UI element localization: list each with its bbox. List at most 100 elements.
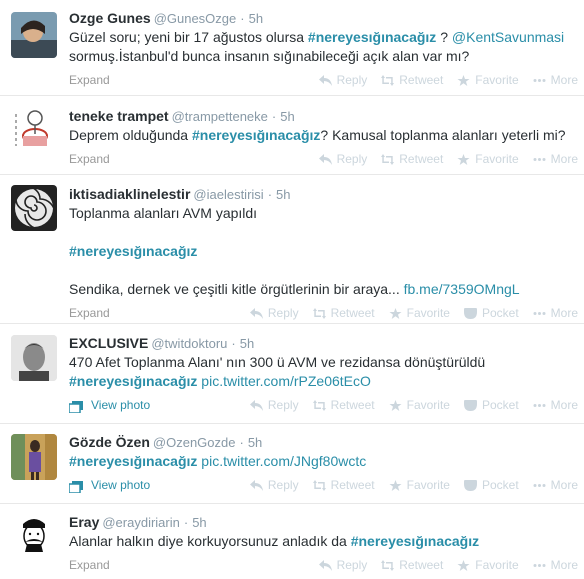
retweet-button[interactable]: Retweet	[381, 555, 443, 575]
tweet-item[interactable]: Ozge Gunes @GunesOzge · 5h Güzel soru; yeni…	[0, 0, 584, 96]
expand-link[interactable]: Expand	[69, 303, 110, 323]
tweet-username[interactable]: @GunesOzge	[154, 11, 237, 26]
avatar[interactable]	[11, 514, 57, 560]
tweet-username[interactable]: @trampetteneke	[172, 109, 268, 124]
more-icon	[533, 483, 546, 487]
favorite-button[interactable]: Favorite	[389, 475, 450, 495]
more-button[interactable]: More	[533, 149, 578, 169]
view-photo-link[interactable]: View photo	[68, 395, 150, 415]
avatar[interactable]	[11, 12, 57, 58]
pocket-icon	[463, 479, 477, 491]
favorite-button[interactable]: Favorite	[389, 395, 450, 415]
hashtag-link[interactable]: #nereyesığınacağız	[69, 243, 197, 259]
more-button[interactable]: More	[533, 555, 578, 575]
tweet-timestamp[interactable]: 5h	[276, 187, 290, 202]
hashtag-link[interactable]: #nereyesığınacağız	[69, 453, 197, 469]
reply-button[interactable]: Reply	[249, 303, 299, 323]
tweet-timestamp[interactable]: 5h	[249, 11, 263, 26]
more-button[interactable]: More	[533, 303, 578, 323]
photo-link[interactable]: pic.twitter.com/JNgf80wctc	[201, 453, 366, 469]
tweet-timestamp[interactable]: 5h	[248, 435, 262, 450]
tweet-actions: Reply Retweet Favorite More	[305, 70, 578, 90]
retweet-label: Retweet	[330, 306, 375, 320]
expand-link[interactable]: Expand	[69, 555, 110, 575]
tweet-fullname[interactable]: teneke trampet	[69, 108, 169, 124]
mention-link[interactable]: @KentSavunmasi	[452, 29, 564, 45]
favorite-label: Favorite	[406, 306, 450, 320]
star-icon	[457, 74, 470, 86]
reply-button[interactable]: Reply	[249, 475, 299, 495]
reply-button[interactable]: Reply	[318, 70, 367, 90]
avatar[interactable]	[11, 335, 57, 381]
hashtag-link[interactable]: #nereyesığınacağız	[308, 29, 436, 45]
photo-link[interactable]: pic.twitter.com/rPZe06tEcO	[201, 373, 371, 389]
expand-link[interactable]: Expand	[69, 149, 110, 169]
more-button[interactable]: More	[533, 395, 578, 415]
favorite-label: Favorite	[475, 73, 519, 87]
retweet-button[interactable]: Retweet	[381, 70, 443, 90]
more-button[interactable]: More	[533, 475, 578, 495]
view-photo-link[interactable]: View photo	[68, 475, 150, 495]
star-icon	[457, 153, 470, 165]
tweet-footer: Expand Reply Retweet Favorite More	[69, 70, 578, 90]
tweet-line: #nereyesığınacağız pic.twitter.com/JNgf8…	[69, 452, 578, 471]
reply-button[interactable]: Reply	[249, 395, 299, 415]
tweet-fullname[interactable]: iktisadiaklinelestir	[69, 186, 190, 202]
tweet-actions: Reply Retweet Favorite Pocket More	[236, 475, 578, 495]
favorite-button[interactable]: Favorite	[457, 149, 519, 169]
tweet-header: EXCLUSIVE @twitdoktoru · 5h	[69, 334, 578, 352]
hashtag-link[interactable]: #nereyesığınacağız	[69, 373, 197, 389]
reply-icon	[249, 307, 263, 319]
tweet-fullname[interactable]: Gözde Özen	[69, 434, 150, 450]
tweet-header: Eray @eraydiriarin · 5h	[69, 513, 578, 531]
tweet-item[interactable]: EXCLUSIVE @twitdoktoru · 5h 470 Afet Toplan…	[0, 324, 584, 424]
more-label: More	[550, 306, 578, 320]
more-icon	[533, 78, 546, 82]
tweet-username[interactable]: @iaelestirisi	[193, 187, 263, 202]
tweet-fullname[interactable]: Eray	[69, 514, 99, 530]
pocket-button[interactable]: Pocket	[463, 475, 519, 495]
avatar[interactable]	[11, 106, 57, 152]
tweet-timestamp[interactable]: 5h	[280, 109, 294, 124]
tweet-username[interactable]: @eraydiriarin	[102, 515, 180, 530]
retweet-button[interactable]: Retweet	[312, 395, 375, 415]
retweet-button[interactable]: Retweet	[381, 149, 443, 169]
avatar[interactable]	[11, 185, 57, 231]
external-link[interactable]: fb.me/7359OMngL	[404, 281, 520, 297]
tweet-item[interactable]: iktisadiaklinelestir @iaelestirisi · 5h Top…	[0, 175, 584, 324]
favorite-button[interactable]: Favorite	[389, 303, 450, 323]
tweet-username[interactable]: @twitdoktoru	[151, 336, 227, 351]
tweet-item[interactable]: Eray @eraydiriarin · 5h Alanlar halkın diye…	[0, 504, 584, 579]
tweet-line: Güzel soru; yeni bir 17 ağustos olursa #…	[69, 28, 578, 47]
separator-dot: ·	[239, 435, 244, 450]
separator-dot: ·	[240, 11, 245, 26]
retweet-button[interactable]: Retweet	[312, 475, 375, 495]
hashtag-link[interactable]: #nereyesığınacağız	[351, 533, 479, 549]
retweet-button[interactable]: Retweet	[312, 303, 375, 323]
reply-icon	[249, 399, 263, 411]
tweet-username[interactable]: @OzenGozde	[153, 435, 236, 450]
favorite-button[interactable]: Favorite	[457, 70, 519, 90]
tweet-line: Alanlar halkın diye korkuyorsunuz anladı…	[69, 532, 578, 551]
tweet-text: #nereyesığınacağız pic.twitter.com/JNgf8…	[69, 452, 578, 471]
pocket-button[interactable]: Pocket	[463, 395, 519, 415]
reply-button[interactable]: Reply	[318, 149, 367, 169]
tweet-header: iktisadiaklinelestir @iaelestirisi · 5h	[69, 185, 578, 203]
retweet-icon	[381, 559, 395, 571]
tweet-timestamp[interactable]: 5h	[240, 336, 254, 351]
more-button[interactable]: More	[533, 70, 578, 90]
expand-link[interactable]: Expand	[69, 70, 110, 90]
star-icon	[389, 399, 402, 411]
tweet-item[interactable]: Gözde Özen @OzenGozde · 5h #nereyesığınacağ…	[0, 424, 584, 504]
tweet-item[interactable]: teneke trampet @trampetteneke · 5h Deprem o…	[0, 96, 584, 175]
tweet-line: #nereyesığınacağız pic.twitter.com/rPZe0…	[69, 372, 578, 391]
tweet-fullname[interactable]: Ozge Gunes	[69, 10, 151, 26]
favorite-button[interactable]: Favorite	[457, 555, 519, 575]
photo-icon	[68, 399, 83, 414]
tweet-timestamp[interactable]: 5h	[192, 515, 206, 530]
avatar[interactable]	[11, 434, 57, 480]
hashtag-link[interactable]: #nereyesığınacağız	[192, 127, 320, 143]
reply-button[interactable]: Reply	[318, 555, 367, 575]
pocket-button[interactable]: Pocket	[463, 303, 519, 323]
tweet-fullname[interactable]: EXCLUSIVE	[69, 335, 148, 351]
